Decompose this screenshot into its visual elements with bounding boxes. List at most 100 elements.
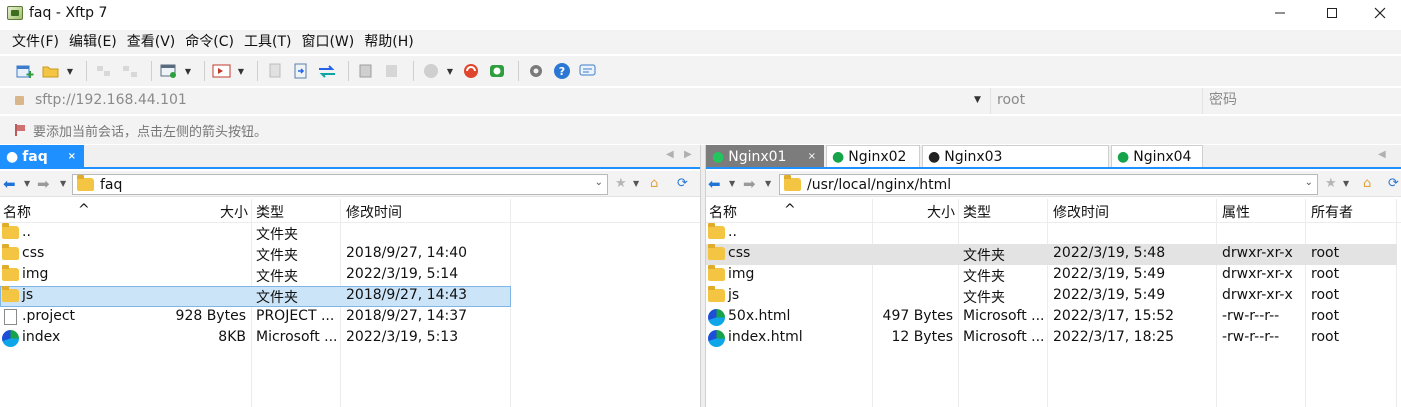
host-address-input[interactable]: sftp://192.168.44.101 bbox=[35, 92, 187, 108]
menu-window[interactable]: 窗口(W) bbox=[296, 31, 359, 53]
back-dropdown[interactable]: ▼ bbox=[729, 179, 735, 188]
list-item[interactable]: .. bbox=[706, 223, 1401, 244]
new-window-dropdown[interactable]: ▼ bbox=[184, 60, 192, 82]
connect-button[interactable] bbox=[93, 60, 115, 82]
list-item[interactable]: .. 文件夹 bbox=[0, 223, 700, 244]
close-button[interactable] bbox=[1357, 0, 1401, 26]
chat-button[interactable] bbox=[577, 60, 599, 82]
chevron-down-icon[interactable]: ⌄ bbox=[595, 177, 603, 188]
list-item[interactable]: index.html 12 Bytes Microsoft ... 2022/3… bbox=[706, 328, 1401, 349]
back-icon[interactable]: ⬅ bbox=[708, 175, 721, 193]
tab-nginx01[interactable]: ● Nginx01 × bbox=[706, 145, 824, 167]
menu-command[interactable]: 命令(C) bbox=[180, 31, 239, 53]
back-dropdown[interactable]: ▼ bbox=[24, 179, 30, 188]
chevron-down-icon[interactable]: ⌄ bbox=[1305, 177, 1313, 188]
file-modified: 2022/3/19, 5:48 bbox=[1053, 245, 1166, 261]
menu-file[interactable]: 文件(F) bbox=[7, 31, 64, 53]
forward-dropdown[interactable]: ▼ bbox=[60, 179, 66, 188]
file-modified: 2022/3/19, 5:14 bbox=[346, 266, 459, 282]
new-session-button[interactable] bbox=[14, 60, 36, 82]
bookmark-star-icon[interactable]: ★ bbox=[615, 176, 627, 191]
open-session-button[interactable] bbox=[40, 60, 62, 82]
tab-label: Nginx01 bbox=[728, 149, 787, 165]
status-dot-icon: ● bbox=[712, 149, 725, 165]
menu-help[interactable]: 帮助(H) bbox=[359, 31, 418, 53]
column-name[interactable]: 名称 bbox=[3, 202, 31, 222]
menu-edit[interactable]: 编辑(E) bbox=[64, 31, 122, 53]
tab-scroll-left-icon[interactable]: ◀ bbox=[666, 149, 674, 160]
properties-button[interactable] bbox=[381, 60, 403, 82]
help-button[interactable]: ? bbox=[551, 60, 573, 82]
list-item[interactable]: 50x.html 497 Bytes Microsoft ... 2022/3/… bbox=[706, 307, 1401, 328]
bookmark-star-icon[interactable]: ★ bbox=[1325, 176, 1337, 191]
xshell-button[interactable] bbox=[211, 60, 233, 82]
folder-icon bbox=[708, 265, 725, 281]
column-owner[interactable]: 所有者 bbox=[1311, 202, 1353, 222]
refresh-icon[interactable]: ⟳ bbox=[1388, 176, 1399, 191]
column-modified[interactable]: 修改时间 bbox=[1053, 202, 1109, 222]
sync-button[interactable] bbox=[316, 60, 338, 82]
column-type[interactable]: 类型 bbox=[963, 202, 991, 222]
netsarang-button[interactable] bbox=[460, 60, 482, 82]
tab-close-icon[interactable]: × bbox=[808, 146, 816, 168]
disconnect-button[interactable] bbox=[119, 60, 141, 82]
column-modified[interactable]: 修改时间 bbox=[346, 202, 402, 222]
tab-close-icon[interactable]: × bbox=[68, 146, 76, 168]
xshell-dropdown[interactable]: ▼ bbox=[237, 60, 245, 82]
tab-nginx03[interactable]: ●Nginx03 (Disconnected) bbox=[922, 145, 1109, 187]
tab-scroll-right-icon[interactable]: ▶ bbox=[684, 149, 692, 160]
menu-view[interactable]: 查看(V) bbox=[122, 31, 181, 53]
list-item[interactable]: img 文件夹 2022/3/19, 5:49 drwxr-xr-x root bbox=[706, 265, 1401, 286]
tab-scroll-left-icon[interactable]: ◀ bbox=[1378, 149, 1386, 160]
column-type[interactable]: 类型 bbox=[256, 202, 284, 222]
transfer-button[interactable] bbox=[290, 60, 312, 82]
status-button[interactable] bbox=[420, 60, 442, 82]
flag-icon[interactable] bbox=[15, 124, 26, 136]
address-dropdown-arrow[interactable]: ▼ bbox=[974, 95, 981, 105]
settings-button[interactable] bbox=[525, 60, 547, 82]
column-size[interactable]: 大小 bbox=[927, 202, 955, 222]
terminal-icon bbox=[212, 64, 231, 78]
list-item-selected[interactable]: css 文件夹 2022/3/19, 5:48 drwxr-xr-x root bbox=[706, 244, 1397, 265]
column-attributes[interactable]: 属性 bbox=[1222, 202, 1250, 222]
folder-icon bbox=[2, 244, 19, 260]
list-item[interactable]: css 文件夹 2018/9/27, 14:40 bbox=[0, 244, 700, 265]
local-tab-strip: ● faq × ◀ ▶ bbox=[0, 145, 700, 169]
list-item[interactable]: index 8KB Microsoft ... 2022/3/19, 5:13 bbox=[0, 328, 700, 349]
new-window-button[interactable] bbox=[158, 60, 180, 82]
list-item-selected[interactable]: js 文件夹 2018/9/27, 14:43 bbox=[0, 286, 511, 307]
remote-path-input[interactable]: /usr/local/nginx/html ⌄ bbox=[779, 174, 1318, 195]
menu-tools[interactable]: 工具(T) bbox=[239, 31, 296, 53]
back-icon[interactable]: ⬅ bbox=[3, 175, 16, 193]
bookmark-dropdown[interactable]: ▼ bbox=[633, 179, 639, 188]
column-name[interactable]: 名称 bbox=[709, 202, 737, 222]
home-folder-icon[interactable]: ⌂ bbox=[1363, 176, 1371, 191]
forward-dropdown[interactable]: ▼ bbox=[765, 179, 771, 188]
copy-button[interactable] bbox=[264, 60, 286, 82]
file-modified: 2022/3/19, 5:49 bbox=[1053, 266, 1166, 282]
maximize-button[interactable] bbox=[1309, 0, 1355, 26]
password-field[interactable]: 密码 bbox=[1202, 88, 1401, 114]
tab-faq[interactable]: ● faq × bbox=[0, 145, 84, 167]
bookmark-dropdown[interactable]: ▼ bbox=[1343, 179, 1349, 188]
file-type: 文件夹 bbox=[256, 269, 298, 285]
forward-icon[interactable]: ➡ bbox=[37, 175, 50, 193]
sync-arrows-icon bbox=[319, 65, 335, 78]
list-item[interactable]: .project 928 Bytes PROJECT ... 2018/9/27… bbox=[0, 307, 700, 328]
status-dropdown[interactable]: ▼ bbox=[446, 60, 454, 82]
column-size[interactable]: 大小 bbox=[220, 202, 248, 222]
open-session-dropdown[interactable]: ▼ bbox=[66, 60, 74, 82]
refresh-icon[interactable]: ⟳ bbox=[677, 176, 688, 191]
local-path-input[interactable]: faq ⌄ bbox=[72, 174, 608, 195]
list-item[interactable]: img 文件夹 2022/3/19, 5:14 bbox=[0, 265, 700, 286]
toolbar-separator bbox=[413, 61, 414, 81]
print-button[interactable] bbox=[355, 60, 377, 82]
tab-nginx02[interactable]: ● Nginx02 bbox=[826, 145, 920, 167]
forward-icon[interactable]: ➡ bbox=[743, 175, 756, 193]
tab-nginx04[interactable]: ● Nginx04 bbox=[1111, 145, 1203, 167]
username-field[interactable]: root bbox=[990, 88, 1200, 114]
xmanager-button[interactable] bbox=[486, 60, 508, 82]
home-folder-icon[interactable]: ⌂ bbox=[650, 176, 658, 191]
list-item[interactable]: js 文件夹 2022/3/19, 5:49 drwxr-xr-x root bbox=[706, 286, 1401, 307]
minimize-button[interactable] bbox=[1257, 0, 1303, 26]
